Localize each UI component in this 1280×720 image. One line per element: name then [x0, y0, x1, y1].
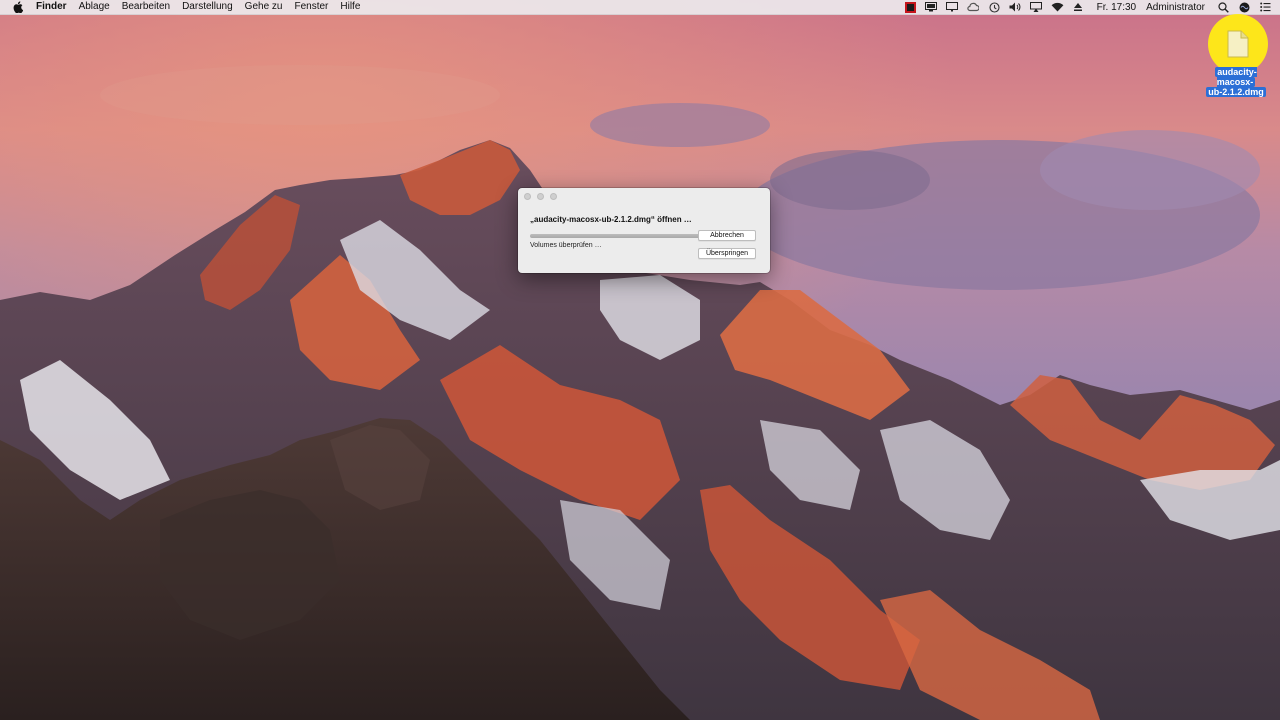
verify-progress-bar — [530, 234, 708, 238]
progress-fill — [530, 234, 708, 238]
menu-bearbeiten[interactable]: Bearbeiten — [116, 0, 176, 14]
desktop-file-label-line2: ub-2.1.2.dmg — [1206, 87, 1266, 97]
menu-bar: Finder Ablage Bearbeiten Darstellung Geh… — [0, 0, 1280, 15]
display-icon[interactable] — [925, 2, 938, 13]
menu-ablage[interactable]: Ablage — [73, 0, 116, 14]
menu-finder[interactable]: Finder — [36, 0, 73, 14]
desktop-wallpaper — [0, 0, 1280, 720]
creative-cloud-icon[interactable] — [967, 2, 980, 13]
recording-icon[interactable] — [904, 1, 917, 13]
menu-darstellung[interactable]: Darstellung — [176, 0, 239, 14]
minimize-button[interactable] — [537, 193, 544, 200]
skip-button[interactable]: Überspringen — [698, 248, 756, 259]
desktop-file-label: audacity-macosx- ub-2.1.2.dmg — [1198, 67, 1274, 97]
airplay-icon[interactable] — [1030, 2, 1043, 13]
zoom-button[interactable] — [550, 193, 557, 200]
time-machine-icon[interactable] — [988, 1, 1001, 13]
dialog-status: Volumes überprüfen … — [530, 242, 602, 249]
cancel-button[interactable]: Abbrechen — [698, 230, 756, 241]
monitor-icon[interactable] — [946, 2, 959, 13]
desktop-file-audacity-dmg[interactable]: audacity-macosx- ub-2.1.2.dmg — [1196, 10, 1276, 97]
desktop-file-label-line1: audacity-macosx- — [1215, 67, 1257, 87]
wifi-icon[interactable] — [1051, 2, 1064, 13]
menu-fenster[interactable]: Fenster — [288, 0, 334, 14]
disk-image-open-dialog: „audacity-macosx-ub-2.1.2.dmg“ öffnen … … — [518, 188, 770, 273]
apple-logo-icon[interactable] — [13, 1, 25, 13]
dialog-title: „audacity-macosx-ub-2.1.2.dmg“ öffnen … — [530, 215, 692, 224]
close-button[interactable] — [524, 193, 531, 200]
menu-hilfe[interactable]: Hilfe — [334, 0, 366, 14]
disk-image-file-icon — [1227, 30, 1249, 58]
volume-icon[interactable] — [1009, 2, 1022, 13]
menu-gehe-zu[interactable]: Gehe zu — [239, 0, 289, 14]
menubar-clock[interactable]: Fr. 17:30 — [1089, 2, 1142, 13]
eject-icon[interactable] — [1072, 2, 1085, 13]
